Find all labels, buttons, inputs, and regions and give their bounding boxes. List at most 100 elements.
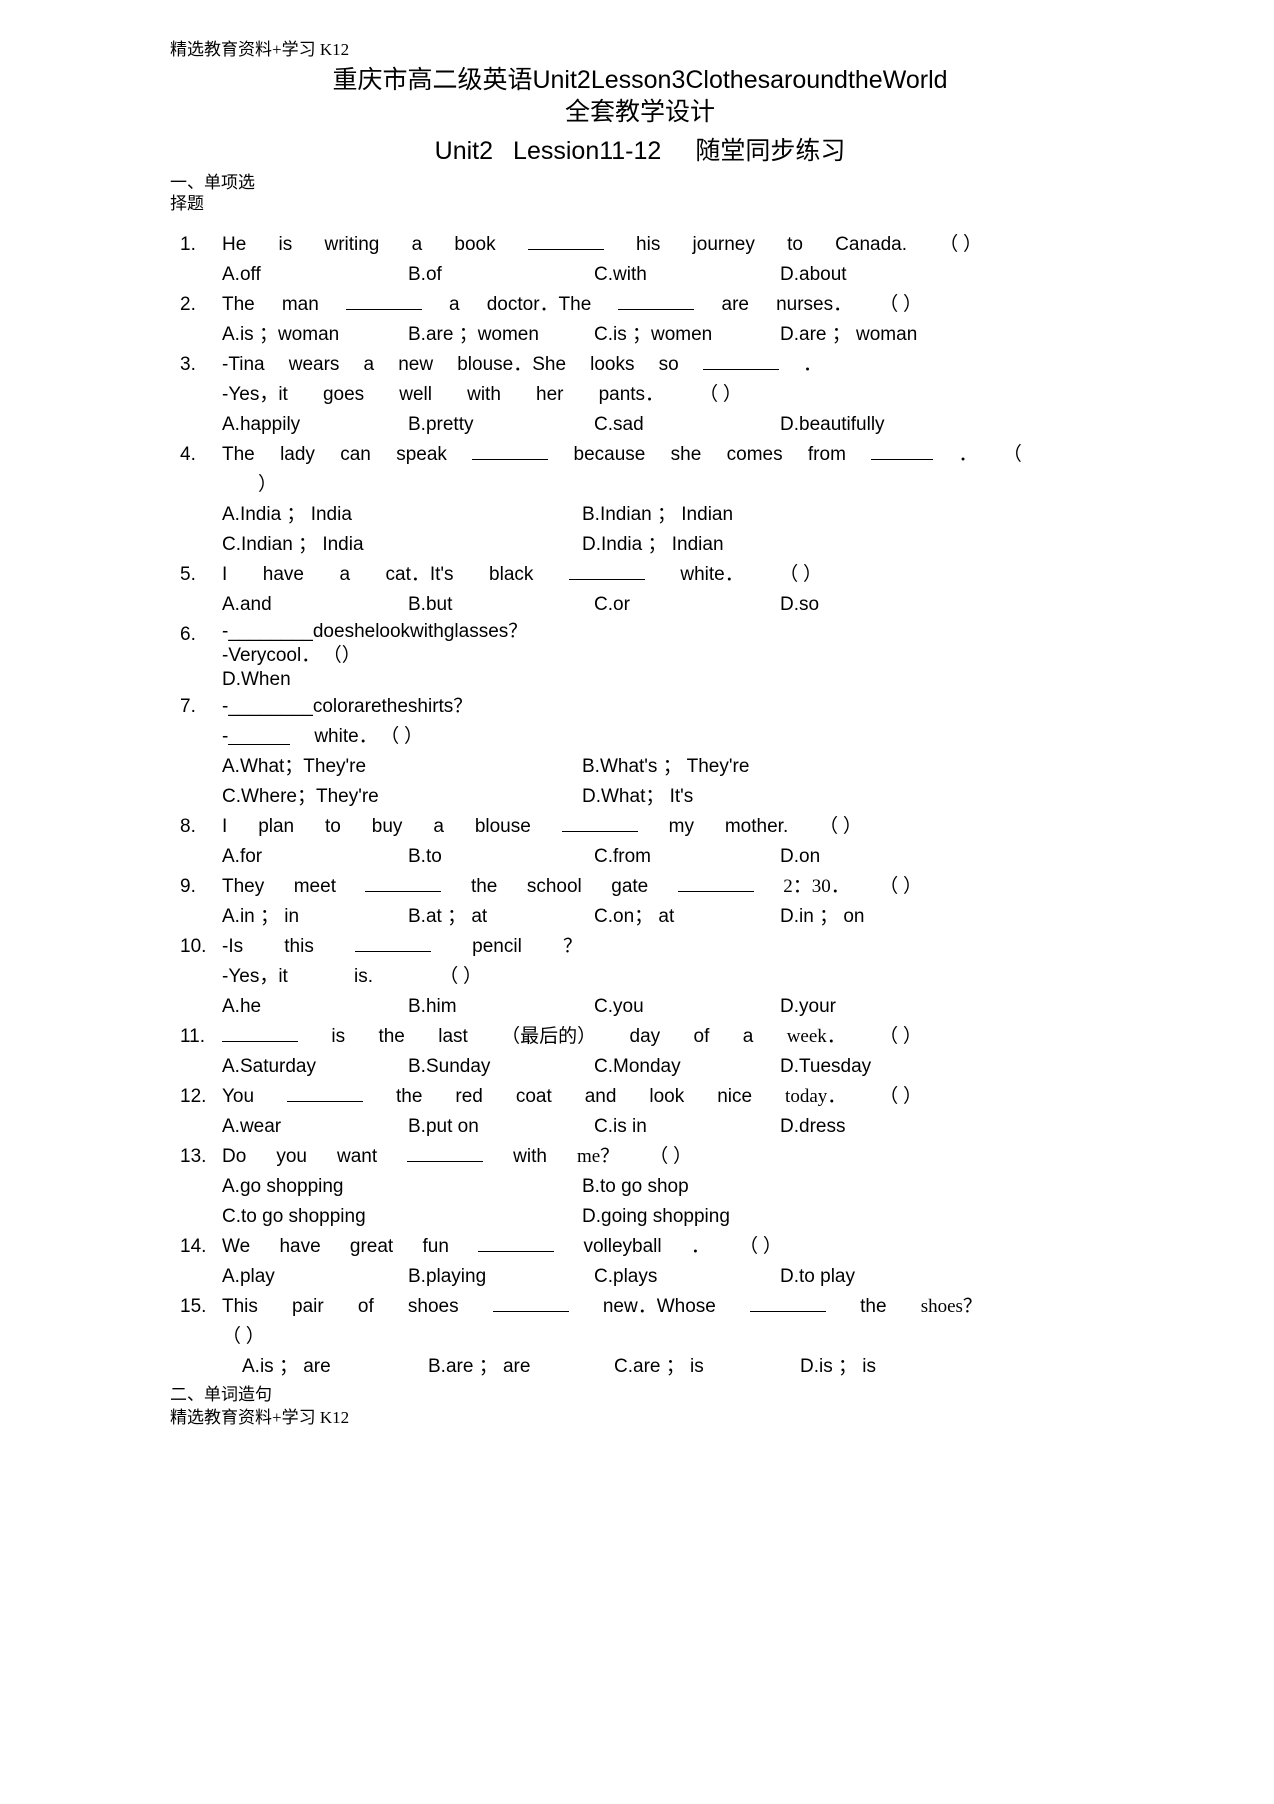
option-a[interactable]: A.is ； are xyxy=(242,1352,428,1382)
answer-paren[interactable]: （ ） xyxy=(879,1082,922,1112)
option-d[interactable]: D.are ； woman xyxy=(780,320,966,350)
answer-paren-open[interactable]: （ xyxy=(1003,440,1022,470)
option-row: C.Indian ； India D.India ； Indian xyxy=(222,530,1110,560)
option-b[interactable]: B.to go shop xyxy=(582,1172,942,1202)
option-a[interactable]: A.for xyxy=(222,842,408,872)
answer-blank[interactable] xyxy=(568,560,645,580)
option-c[interactable]: C.is ；women xyxy=(594,320,780,350)
answer-blank[interactable] xyxy=(222,1022,298,1042)
stem-word: writing xyxy=(324,234,380,255)
option-a[interactable]: A.play xyxy=(222,1262,408,1292)
option-c[interactable]: C.with xyxy=(594,260,780,290)
answer-paren[interactable]: （ ） xyxy=(390,726,423,747)
option-c[interactable]: C.sad xyxy=(594,410,780,440)
answer-blank[interactable] xyxy=(287,1082,364,1102)
option-b[interactable]: B.of xyxy=(408,260,594,290)
option-a[interactable]: A.wear xyxy=(222,1112,408,1142)
answer-paren[interactable]: （ ） xyxy=(649,1142,692,1172)
stem-word: white． xyxy=(680,564,744,585)
option-a[interactable]: A.and xyxy=(222,590,408,620)
option-b[interactable]: B.him xyxy=(408,992,594,1022)
option-c[interactable]: C.on； at xyxy=(594,902,780,932)
answer-paren[interactable]: （ ） xyxy=(439,962,482,992)
stem-word: is xyxy=(278,234,293,255)
option-c[interactable]: C.are ； is xyxy=(614,1352,800,1382)
option-b[interactable]: B.at ； at xyxy=(408,902,594,932)
answer-blank[interactable] xyxy=(871,440,934,460)
answer-blank[interactable] xyxy=(702,350,779,370)
option-c[interactable]: C.is in xyxy=(594,1112,780,1142)
option-c[interactable]: C.Monday xyxy=(594,1052,780,1082)
option-d[interactable]: D.dress xyxy=(780,1112,966,1142)
option-d[interactable]: D.Tuesday xyxy=(780,1052,966,1082)
option-b[interactable]: B.What's ； They're xyxy=(582,752,942,782)
option-b[interactable]: B.playing xyxy=(408,1262,594,1292)
option-b[interactable]: B.put on xyxy=(408,1112,594,1142)
option-d[interactable]: D.on xyxy=(780,842,966,872)
option-d[interactable]: D.beautifully xyxy=(780,410,966,440)
option-a[interactable]: A.in ； in xyxy=(222,902,408,932)
stem-word: me？ xyxy=(576,1146,620,1167)
answer-blank[interactable] xyxy=(750,1292,826,1312)
answer-paren[interactable]: （） xyxy=(332,645,361,666)
answer-blank[interactable] xyxy=(618,290,695,310)
answer-paren[interactable]: （ ） xyxy=(879,290,922,320)
option-b[interactable]: B.pretty xyxy=(408,410,594,440)
option-b[interactable]: B.Indian ； Indian xyxy=(582,500,942,530)
answer-blank[interactable] xyxy=(345,290,422,310)
answer-paren[interactable]: （ ） xyxy=(222,1326,265,1347)
answer-blank[interactable] xyxy=(355,932,431,952)
answer-paren[interactable]: （ ） xyxy=(739,1232,782,1262)
option-c[interactable]: C.Where；They're xyxy=(222,782,582,812)
option-a[interactable]: A.he xyxy=(222,992,408,1022)
option-d[interactable]: D.India ； Indian xyxy=(582,530,942,560)
option-d[interactable]: D.about xyxy=(780,260,966,290)
answer-blank[interactable] xyxy=(365,872,442,892)
option-d[interactable]: D.in ； on xyxy=(780,902,966,932)
worksheet-heading: Unit2 Lession11-12 随堂同步练习 xyxy=(170,133,1110,170)
answer-blank[interactable] xyxy=(228,725,291,745)
answer-paren[interactable]: （ ） xyxy=(939,230,982,260)
option-b[interactable]: B.to xyxy=(408,842,594,872)
option-d[interactable]: D.What； It's xyxy=(582,782,942,812)
option-row: A.off B.of C.with D.about xyxy=(222,260,1110,290)
option-a[interactable]: A.What；They're xyxy=(222,752,582,782)
answer-blank[interactable] xyxy=(561,812,638,832)
option-a[interactable]: A.Saturday xyxy=(222,1052,408,1082)
option-b[interactable]: B.are ；women xyxy=(408,320,594,350)
answer-blank[interactable] xyxy=(478,1232,555,1252)
answer-paren[interactable]: （ ） xyxy=(699,380,742,410)
answer-paren[interactable]: （ ） xyxy=(879,872,922,902)
answer-blank[interactable] xyxy=(677,872,754,892)
answer-paren[interactable]: （ ） xyxy=(879,1022,922,1052)
option-b[interactable]: B.Sunday xyxy=(408,1052,594,1082)
answer-blank[interactable] xyxy=(492,1292,569,1312)
option-c[interactable]: C.you xyxy=(594,992,780,1022)
option-d[interactable]: D.When xyxy=(222,668,1110,692)
stem-word: -Tina xyxy=(222,354,265,375)
option-d[interactable]: D.going shopping xyxy=(582,1202,942,1232)
option-row: A.go shopping B.to go shop xyxy=(222,1172,1110,1202)
option-c[interactable]: C.from xyxy=(594,842,780,872)
option-a[interactable]: A.is ；woman xyxy=(222,320,408,350)
answer-paren-close[interactable]: ） xyxy=(222,474,277,495)
option-c[interactable]: C.Indian ； India xyxy=(222,530,582,560)
option-b[interactable]: B.but xyxy=(408,590,594,620)
option-a[interactable]: A.India ； India xyxy=(222,500,582,530)
answer-blank[interactable] xyxy=(527,230,604,250)
option-d[interactable]: D.is ； is xyxy=(800,1352,986,1382)
option-c[interactable]: C.to go shopping xyxy=(222,1202,582,1232)
answer-blank[interactable] xyxy=(472,440,549,460)
answer-blank[interactable] xyxy=(407,1142,484,1162)
option-a[interactable]: A.off xyxy=(222,260,408,290)
option-a[interactable]: A.happily xyxy=(222,410,408,440)
option-c[interactable]: C.or xyxy=(594,590,780,620)
option-d[interactable]: D.so xyxy=(780,590,966,620)
option-b[interactable]: B.are ； are xyxy=(428,1352,614,1382)
option-c[interactable]: C.plays xyxy=(594,1262,780,1292)
answer-paren[interactable]: （ ） xyxy=(819,812,862,842)
option-d[interactable]: D.your xyxy=(780,992,966,1022)
option-d[interactable]: D.to play xyxy=(780,1262,966,1292)
answer-paren[interactable]: （ ） xyxy=(779,560,822,590)
option-a[interactable]: A.go shopping xyxy=(222,1172,582,1202)
